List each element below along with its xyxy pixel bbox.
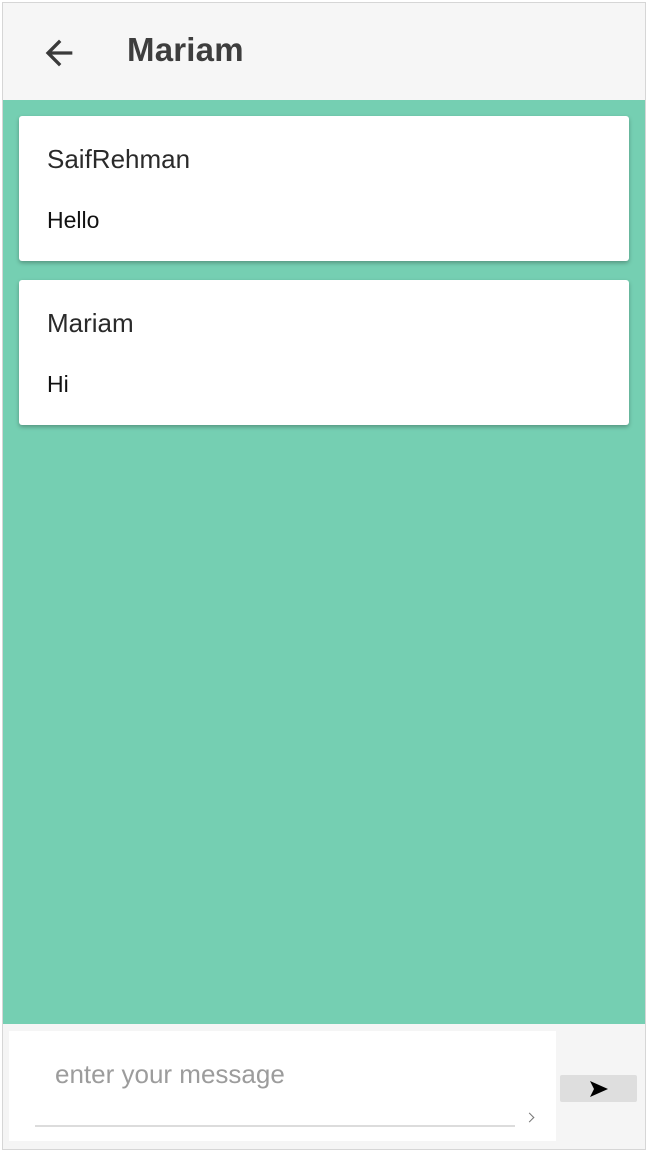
page-title: Mariam bbox=[127, 31, 244, 68]
message-card: SaifRehman Hello bbox=[19, 116, 629, 261]
message-text: Hello bbox=[47, 207, 100, 233]
message-input-container bbox=[9, 1031, 556, 1141]
back-arrow-icon[interactable] bbox=[39, 33, 79, 73]
send-button[interactable] bbox=[560, 1075, 637, 1102]
message-sender: Mariam bbox=[47, 308, 134, 338]
send-icon bbox=[589, 1080, 608, 1097]
message-text: Hi bbox=[47, 371, 69, 397]
message-list: SaifRehman Hello Mariam Hi bbox=[3, 100, 645, 1024]
message-card: Mariam Hi bbox=[19, 280, 629, 425]
chat-screen: Mariam SaifRehman Hello Mariam Hi bbox=[2, 2, 646, 1150]
back-arrow-icon-svg bbox=[45, 39, 73, 67]
message-input[interactable] bbox=[35, 1047, 515, 1127]
message-composer bbox=[3, 1024, 645, 1149]
app-bar: Mariam bbox=[3, 3, 645, 101]
textarea-resize-handle[interactable] bbox=[524, 1112, 535, 1123]
message-sender: SaifRehman bbox=[47, 144, 191, 174]
